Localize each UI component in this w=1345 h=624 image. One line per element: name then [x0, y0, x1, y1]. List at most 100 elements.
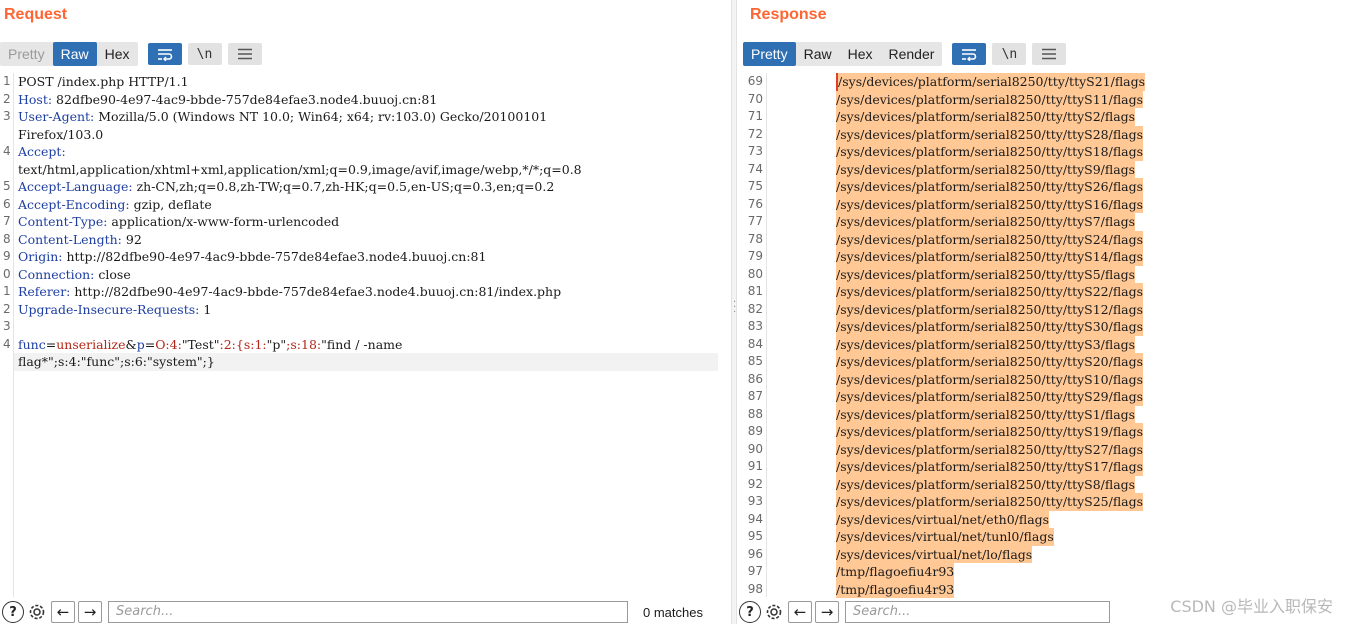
response-line: 96/sys/devices/virtual/net/lo/flags [737, 545, 1345, 563]
response-line-text: /sys/devices/platform/serial8250/tty/tty… [836, 248, 1144, 266]
response-line: 73/sys/devices/platform/serial8250/tty/t… [737, 143, 1345, 161]
line-number: 73 [747, 144, 763, 158]
previous-match-button[interactable]: ← [788, 601, 812, 623]
line-number: 85 [747, 354, 763, 368]
line-text: User-Agent: Mozilla/5.0 (Windows NT 10.0… [18, 108, 547, 126]
header-value: gzip, deflate [129, 196, 212, 212]
next-match-button[interactable]: → [78, 601, 102, 623]
response-line: 77/sys/devices/platform/serial8250/tty/t… [737, 213, 1345, 231]
header-value: close [94, 266, 131, 282]
line-number: 2 [3, 301, 11, 316]
response-line: 70/sys/devices/platform/serial8250/tty/t… [737, 90, 1345, 108]
request-search-bar: ? ← → Search... 0 matches [0, 600, 731, 624]
line-number: 0 [3, 266, 11, 281]
request-line: text/html,application/xhtml+xml,applicat… [0, 161, 731, 179]
request-toolbar: Pretty Raw Hex \n [0, 42, 262, 66]
gear-icon[interactable] [763, 601, 785, 623]
line-number: 90 [747, 441, 763, 456]
help-icon[interactable]: ? [739, 601, 761, 623]
response-menu-button[interactable] [1032, 43, 1067, 65]
response-line: 92/sys/devices/platform/serial8250/tty/t… [737, 475, 1345, 493]
response-line-text: /sys/devices/platform/serial8250/tty/tty… [836, 440, 1144, 458]
response-line-text: /sys/devices/platform/serial8250/tty/tty… [836, 370, 1144, 388]
response-line: 95/sys/devices/virtual/net/tunl0/flags [737, 528, 1345, 546]
line-number: 1 [3, 74, 11, 88]
response-tab-pretty[interactable]: Pretty [743, 42, 796, 66]
param-sep: = [144, 336, 156, 352]
response-tab-hex[interactable]: Hex [840, 42, 881, 66]
response-line-text: /tmp/flagoefiu4r93 [836, 580, 955, 598]
word-wrap-icon [962, 49, 977, 61]
header-value: 82dfbe90-4e97-4ac9-bbde-757de84efae3.nod… [52, 91, 438, 107]
gear-icon[interactable] [26, 601, 48, 623]
response-line-text: /sys/devices/platform/serial8250/tty/tty… [836, 195, 1144, 213]
response-word-wrap-button[interactable] [952, 43, 987, 65]
request-line: 4 Accept: [0, 143, 731, 161]
param-value: :2:{s:1: [219, 336, 267, 352]
header-value: POST /index.php HTTP/1.1 [18, 74, 189, 89]
watermark: CSDN @毕业入职保安 [1170, 597, 1333, 616]
request-line: 1 POST /index.php HTTP/1.1 [0, 73, 731, 91]
previous-match-button[interactable]: ← [51, 601, 75, 623]
request-tab-pretty[interactable]: Pretty [0, 42, 53, 66]
word-wrap-icon [157, 49, 172, 61]
response-tab-raw[interactable]: Raw [796, 42, 840, 66]
request-newline-button[interactable]: \n [187, 43, 222, 65]
header-key: Content-Type: [18, 214, 108, 229]
response-line: 90/sys/devices/platform/serial8250/tty/t… [737, 440, 1345, 458]
line-number: 82 [747, 301, 763, 316]
response-newline-button[interactable]: \n [992, 43, 1027, 65]
response-search-input[interactable]: Search... [845, 601, 1110, 623]
line-number: 78 [747, 231, 763, 246]
line-number: 71 [747, 109, 763, 123]
request-menu-button[interactable] [227, 43, 262, 65]
line-number: 97 [747, 564, 763, 578]
request-tab-raw[interactable]: Raw [52, 42, 97, 66]
header-key: Content-Length: [18, 231, 122, 247]
line-number: 6 [3, 196, 11, 211]
line-number: 88 [747, 406, 763, 421]
response-line-text: /sys/devices/platform/serial8250/tty/tty… [836, 353, 1144, 371]
line-text: Host: 82dfbe90-4e97-4ac9-bbde-757de84efa… [18, 91, 437, 109]
response-line-text: /sys/devices/platform/serial8250/tty/tty… [836, 230, 1144, 248]
response-line: 91/sys/devices/platform/serial8250/tty/t… [737, 458, 1345, 476]
request-body-line: 4 func=unserialize&p=O:4:"Test":2:{s:1:"p… [0, 336, 731, 354]
response-line: 86/sys/devices/platform/serial8250/tty/t… [737, 370, 1345, 388]
response-editor[interactable]: 69/sys/devices/platform/serial8250/tty/t… [737, 73, 1345, 598]
line-number: 93 [747, 494, 763, 508]
header-key: Upgrade-Insecure-Requests: [18, 301, 200, 317]
header-key: Connection: [18, 266, 95, 282]
header-value: Firefox/103.0 [18, 126, 104, 142]
param-value: unserialize [56, 336, 126, 352]
line-number: 8 [3, 231, 11, 246]
request-search-input[interactable]: Search... [108, 601, 628, 623]
line-number: 84 [747, 336, 763, 351]
response-line: 76/sys/devices/platform/serial8250/tty/t… [737, 195, 1345, 213]
response-line-text: /sys/devices/platform/serial8250/tty/tty… [836, 90, 1144, 108]
response-line: 94/sys/devices/virtual/net/eth0/flags [737, 510, 1345, 528]
header-value: http://82dfbe90-4e97-4ac9-bbde-757de84ef… [70, 284, 562, 299]
header-key: Accept-Language: [18, 179, 133, 194]
request-editor[interactable]: 1 POST /index.php HTTP/1.1 2 Host: 82dfbe9… [0, 73, 731, 597]
request-line: 1 Referer: http://82dfbe90-4e97-4ac9-bbde… [0, 283, 731, 301]
response-tab-render[interactable]: Render [881, 42, 943, 66]
line-number: 72 [747, 126, 763, 141]
response-lines: 69/sys/devices/platform/serial8250/tty/t… [737, 73, 1345, 598]
response-line-text: /sys/devices/platform/serial8250/tty/tty… [836, 178, 1144, 196]
response-line-text: /sys/devices/platform/serial8250/tty/tty… [836, 493, 1144, 511]
request-tab-hex[interactable]: Hex [97, 42, 138, 66]
hamburger-menu-icon [1042, 48, 1057, 60]
response-line: 79/sys/devices/platform/serial8250/tty/t… [737, 248, 1345, 266]
request-word-wrap-button[interactable] [147, 43, 182, 65]
response-line-text: /sys/devices/platform/serial8250/tty/tty… [836, 388, 1144, 406]
response-line-text: /sys/devices/virtual/net/lo/flags [836, 545, 1033, 563]
line-number: 1 [3, 284, 11, 298]
header-key: User-Agent: [18, 109, 95, 124]
param-sep: & [125, 336, 137, 352]
response-line: 88/sys/devices/platform/serial8250/tty/t… [737, 405, 1345, 423]
next-match-button[interactable]: → [815, 601, 839, 623]
response-line: 84/sys/devices/platform/serial8250/tty/t… [737, 335, 1345, 353]
request-title: Request [4, 6, 68, 23]
line-number: 76 [747, 196, 763, 211]
help-icon[interactable]: ? [2, 601, 24, 623]
